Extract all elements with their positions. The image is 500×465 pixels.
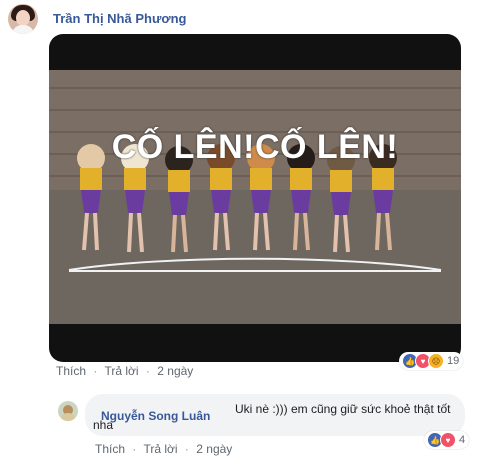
reply-like-button[interactable]: Thích [95, 442, 125, 456]
post-reactions[interactable]: 👍 ♥ ☹ 19 [399, 352, 464, 370]
reaction-count: 4 [459, 434, 466, 446]
reply-text-wrap: Nguyễn Song Luân Uki nè :))) em cũng giữ… [93, 401, 453, 433]
cheerleaders-illustration [49, 70, 461, 324]
separator: · [132, 442, 137, 456]
author-name[interactable]: Trần Thị Nhã Phương [53, 11, 187, 26]
love-reaction-icon: ♥ [440, 432, 456, 448]
reply-button[interactable]: Trả lời [104, 364, 138, 378]
separator: · [93, 364, 98, 378]
reaction-count: 19 [447, 355, 460, 367]
reply-bubble: Nguyễn Song Luân Uki nè :))) em cũng giữ… [85, 394, 465, 436]
author-avatar[interactable] [8, 4, 38, 34]
reply-time[interactable]: 2 ngày [196, 442, 232, 456]
gif-media[interactable]: CỐ LÊN!CỐ LÊN! [49, 34, 461, 362]
reply-reactions[interactable]: 👍 ♥ 4 [424, 431, 470, 449]
reply-author-name[interactable]: Nguyễn Song Luân [101, 408, 210, 424]
sad-reaction-icon: ☹ [428, 353, 444, 369]
like-button[interactable]: Thích [56, 364, 86, 378]
separator: · [184, 442, 189, 456]
gif-frame: CỐ LÊN!CỐ LÊN! [49, 70, 461, 324]
separator: · [145, 364, 150, 378]
reply-author-avatar[interactable] [58, 401, 78, 421]
post-time[interactable]: 2 ngày [157, 364, 193, 378]
reply-reply-button[interactable]: Trả lời [143, 442, 177, 456]
post-actions: Thích · Trả lời · 2 ngày [56, 364, 197, 378]
media-caption: CỐ LÊN!CỐ LÊN! [111, 128, 399, 166]
reply-actions: Thích · Trả lời · 2 ngày [95, 442, 236, 456]
